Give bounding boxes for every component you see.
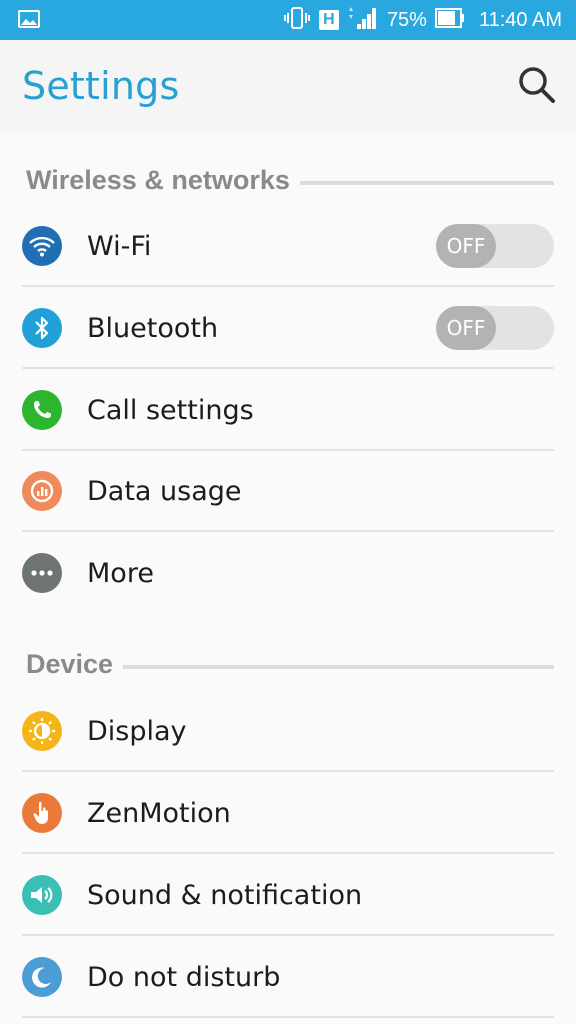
settings-item-data-usage[interactable]: Data usage xyxy=(0,451,576,532)
battery-percent: 75% xyxy=(386,8,427,31)
search-button[interactable] xyxy=(516,64,558,106)
row-divider xyxy=(22,770,554,772)
page-title: Settings xyxy=(22,64,180,108)
signal-icon xyxy=(347,6,377,35)
row-divider xyxy=(22,1016,554,1018)
settings-item-do-not-disturb[interactable]: Do not disturb xyxy=(0,937,576,1018)
settings-item-label: ZenMotion xyxy=(87,798,231,829)
section-label: Wireless & networks xyxy=(26,164,290,195)
vibrate-icon xyxy=(283,6,311,35)
app-header: Settings xyxy=(0,40,576,132)
wifi-toggle[interactable]: OFF xyxy=(436,224,554,268)
settings-item-wifi[interactable]: Wi-Fi OFF xyxy=(0,206,576,287)
settings-item-zenmotion[interactable]: ZenMotion xyxy=(0,773,576,854)
settings-item-display[interactable]: Display xyxy=(0,691,576,772)
toggle-state: OFF xyxy=(436,306,496,350)
row-divider xyxy=(22,530,554,532)
wifi-icon xyxy=(22,226,62,266)
section-device: Device xyxy=(26,646,554,682)
row-divider xyxy=(22,367,554,369)
zenmotion-icon xyxy=(22,793,62,833)
battery-icon xyxy=(434,7,465,33)
settings-item-label: Wi-Fi xyxy=(87,231,152,262)
settings-item-label: Bluetooth xyxy=(87,313,219,344)
data-usage-icon xyxy=(22,471,62,511)
bluetooth-toggle[interactable]: OFF xyxy=(436,306,554,350)
settings-item-label: Data usage xyxy=(87,476,242,507)
section-label: Device xyxy=(26,648,114,679)
status-bar: H 75% 11:40 AM xyxy=(0,0,576,40)
more-icon xyxy=(22,553,62,593)
settings-item-bluetooth[interactable]: Bluetooth OFF xyxy=(0,288,576,369)
clock: 11:40 AM xyxy=(478,8,562,31)
section-divider xyxy=(123,665,554,669)
network-h-icon: H xyxy=(318,10,339,30)
gallery-icon xyxy=(18,10,40,33)
row-divider xyxy=(22,285,554,287)
settings-item-call-settings[interactable]: Call settings xyxy=(0,370,576,451)
toggle-state: OFF xyxy=(436,224,496,268)
settings-item-label: More xyxy=(87,558,154,589)
settings-item-label: Do not disturb xyxy=(87,962,281,993)
search-icon xyxy=(519,67,555,103)
display-icon xyxy=(22,711,62,751)
sound-icon xyxy=(22,875,62,915)
settings-item-label: Display xyxy=(87,716,187,747)
moon-icon xyxy=(22,957,62,997)
row-divider xyxy=(22,852,554,854)
phone-icon xyxy=(22,390,62,430)
settings-item-sound-notification[interactable]: Sound & notification xyxy=(0,855,576,936)
section-wireless-networks: Wireless & networks xyxy=(26,162,554,198)
row-divider xyxy=(22,934,554,936)
settings-item-label: Call settings xyxy=(87,395,254,426)
settings-item-label: Sound & notification xyxy=(87,880,363,911)
bluetooth-icon xyxy=(22,308,62,348)
settings-item-more[interactable]: More xyxy=(0,533,576,614)
section-divider xyxy=(299,181,554,185)
